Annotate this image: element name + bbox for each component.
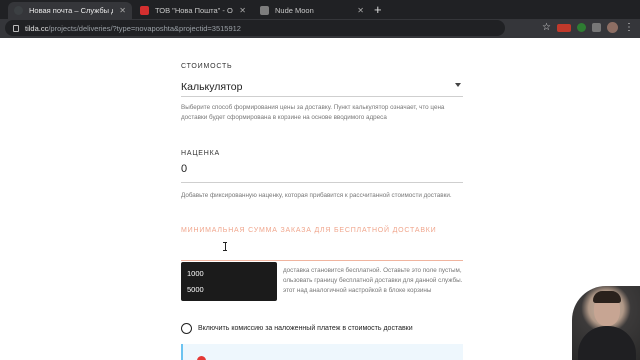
- profile-avatar[interactable]: [607, 22, 618, 33]
- browser-menu-icon[interactable]: ⋮: [624, 22, 634, 33]
- cost-select-value: Калькулятор: [181, 81, 243, 93]
- markup-underline: [181, 182, 463, 183]
- cost-underline: [181, 96, 463, 97]
- tab-novaposhta-cabinet[interactable]: ТОВ "Нова Пошта" - Особистий кабінет ✕: [134, 2, 252, 19]
- info-notice: [181, 344, 463, 360]
- tab-title: Новая почта – Службы доставки: [29, 6, 113, 15]
- toolbar-actions: ☆ ⋮: [542, 22, 634, 33]
- min-free-delivery-label: МИНИМАЛЬНАЯ СУММА ЗАКАЗА ДЛЯ БЕСПЛАТНОЙ …: [181, 227, 437, 234]
- extension-gray-icon[interactable]: [592, 23, 601, 32]
- markup-label: НАЦЕНКА: [181, 150, 220, 157]
- autocomplete-dropdown: 1000 5000: [181, 262, 277, 301]
- webcam-overlay: [572, 286, 640, 360]
- tab-nude-moon[interactable]: Nude Moon ✕: [254, 2, 370, 19]
- page-content: СТОИМОСТЬ Калькулятор Выберите способ фо…: [0, 38, 640, 360]
- browser-toolbar: tilda.cc/projects/deliveries/?type=novap…: [0, 19, 640, 38]
- tab-nova-pochta-deliveries[interactable]: Новая почта – Службы доставки ✕: [8, 2, 132, 19]
- browser-tab-bar: Новая почта – Службы доставки ✕ ТОВ "Нов…: [0, 0, 640, 19]
- commission-label: Включить комиссию за наложенный платеж в…: [198, 325, 413, 332]
- bookmark-star-icon[interactable]: ☆: [542, 22, 551, 33]
- text-cursor-icon: [223, 242, 227, 251]
- min-free-delivery-underline: [181, 260, 463, 261]
- markup-input[interactable]: 0: [181, 163, 463, 179]
- extension-green-icon[interactable]: [577, 23, 586, 32]
- alert-icon: [197, 356, 206, 360]
- address-bar[interactable]: tilda.cc/projects/deliveries/?type=novap…: [5, 20, 505, 36]
- tilda-favicon-icon: [14, 6, 23, 15]
- autocomplete-option[interactable]: 1000: [187, 266, 271, 282]
- cost-hint: Выберите способ формирования цены за дос…: [181, 104, 445, 121]
- autocomplete-option[interactable]: 5000: [187, 282, 271, 298]
- markup-hint: Добавьте фиксированную наценку, которая …: [181, 192, 452, 199]
- min-free-delivery-hint: доставка становится бесплатной. Оставьте…: [283, 267, 463, 294]
- chevron-down-icon: [455, 83, 461, 87]
- cost-label: СТОИМОСТЬ: [181, 63, 233, 70]
- close-tab-icon[interactable]: ✕: [239, 6, 246, 15]
- new-tab-button[interactable]: +: [374, 3, 382, 16]
- lock-icon: [13, 24, 19, 32]
- commission-radio[interactable]: [181, 323, 192, 334]
- novaposhta-favicon-icon: [140, 6, 149, 15]
- page-favicon-icon: [260, 6, 269, 15]
- url-text: tilda.cc/projects/deliveries/?type=novap…: [25, 23, 241, 33]
- close-tab-icon[interactable]: ✕: [119, 6, 126, 15]
- tab-title: Nude Moon: [275, 6, 314, 15]
- adblock-extension-icon[interactable]: [557, 23, 571, 32]
- tab-title: ТОВ "Нова Пошта" - Особистий кабінет: [155, 6, 233, 15]
- close-tab-icon[interactable]: ✕: [357, 6, 364, 15]
- cost-select[interactable]: Калькулятор: [181, 77, 463, 93]
